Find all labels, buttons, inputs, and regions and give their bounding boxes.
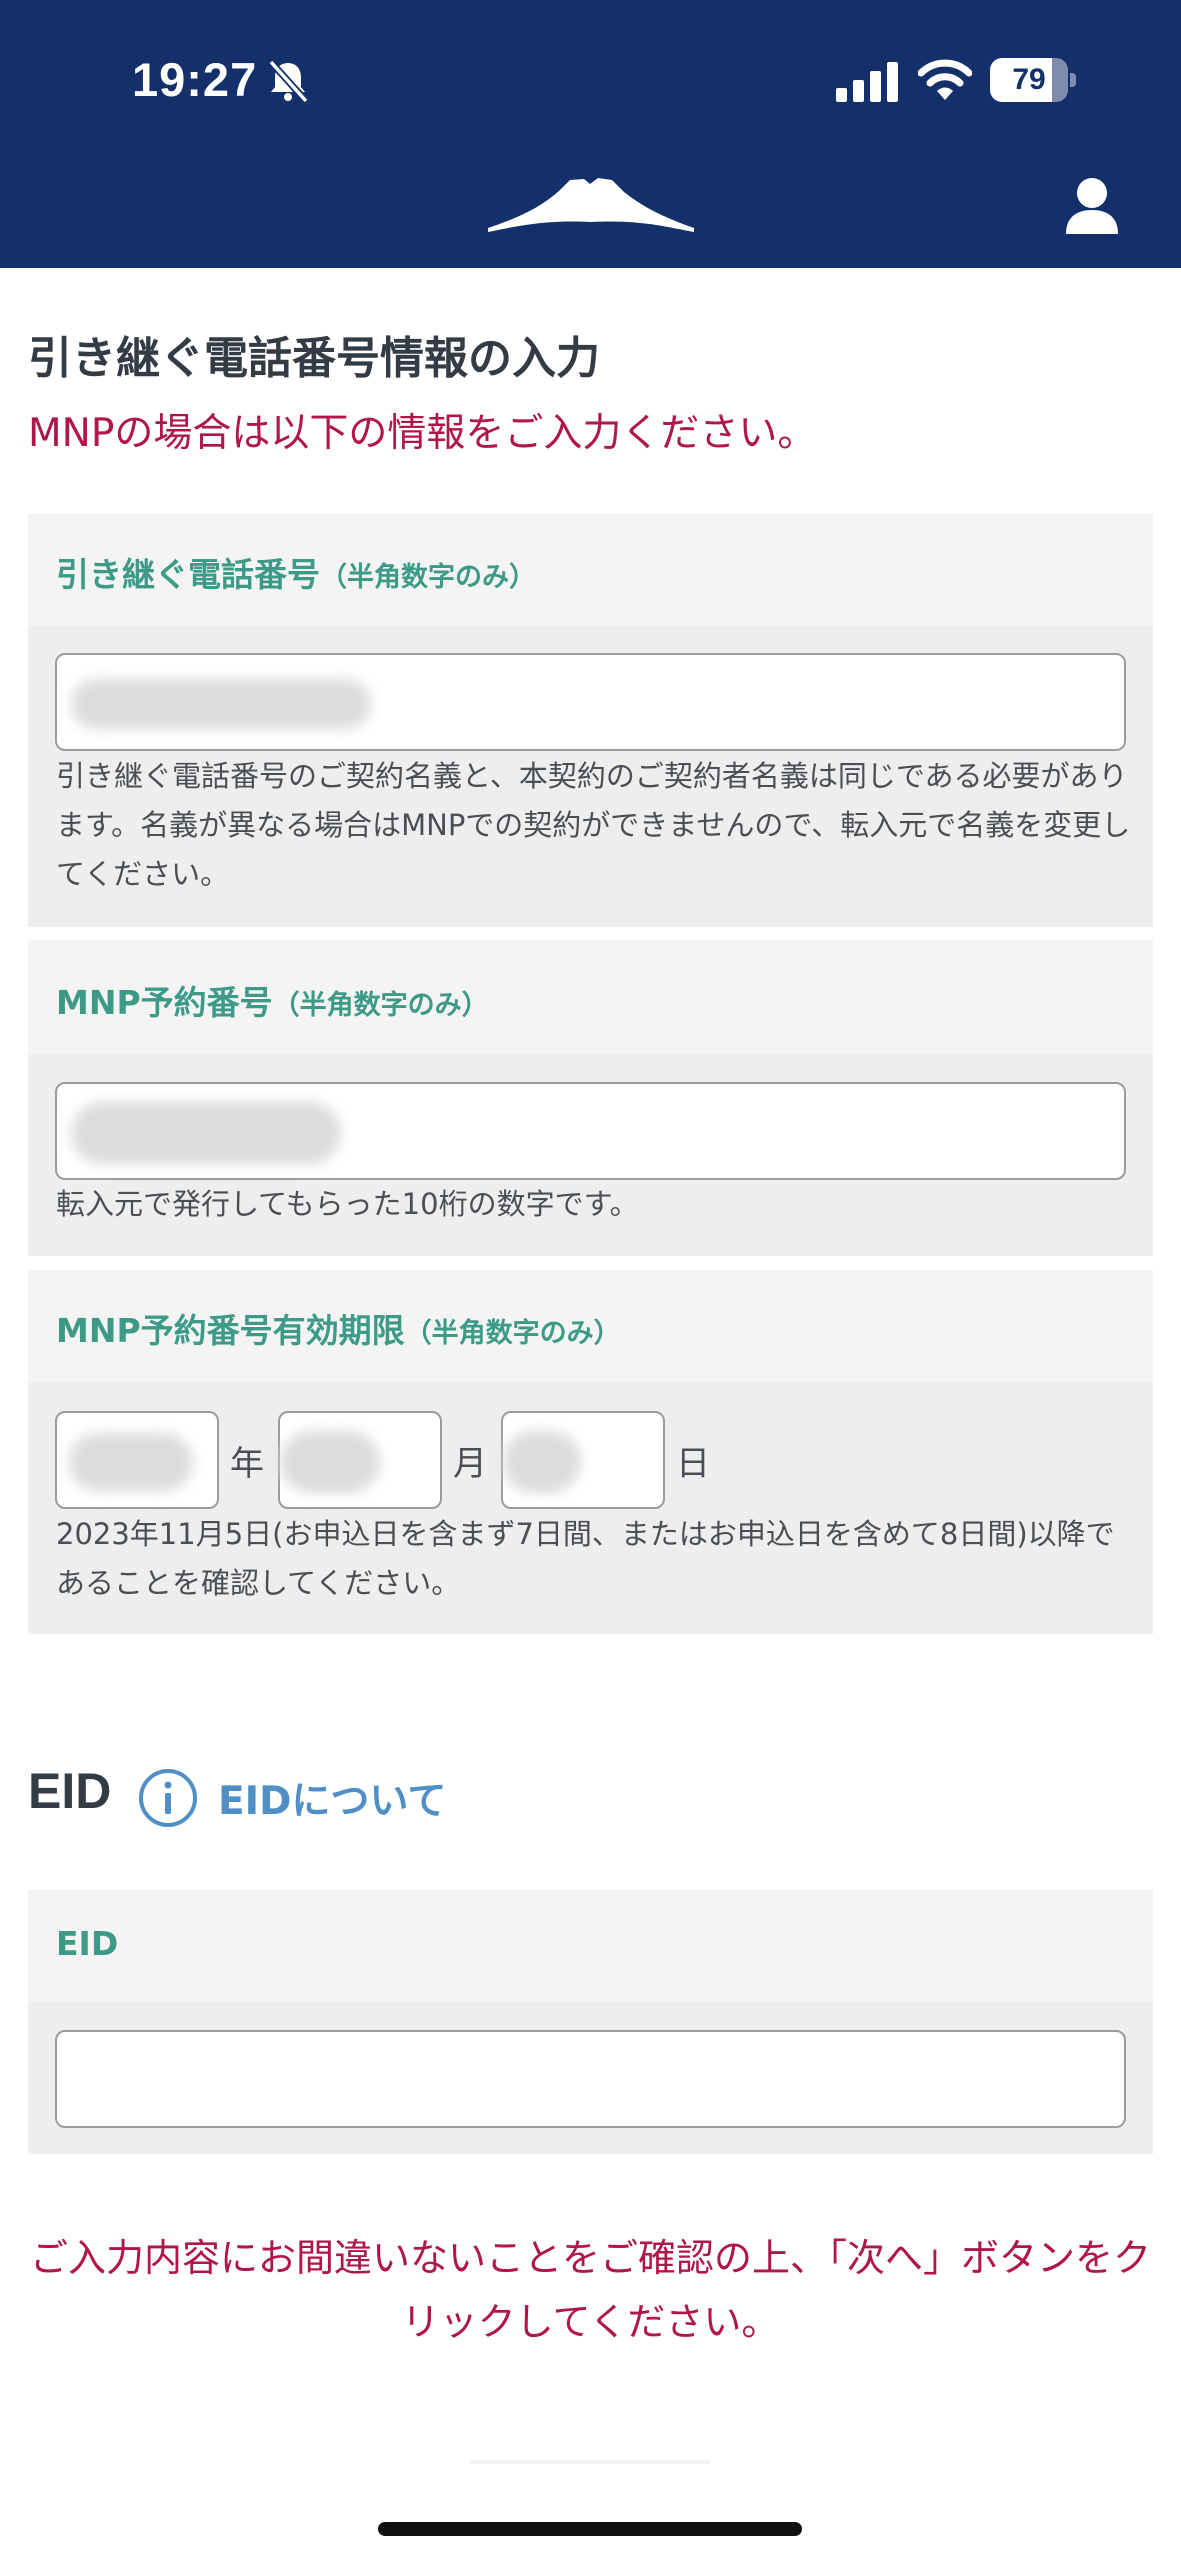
eid-section-title: EID [28,1763,112,1819]
masked-value [503,1431,581,1493]
phone-number-input[interactable] [55,653,1126,751]
app-header: 19:27 79 [0,0,1181,268]
info-icon[interactable] [138,1768,198,1828]
eid-info-link[interactable]: EIDについて [218,1770,446,1826]
mnp-reservation-input[interactable] [55,1082,1126,1180]
expiry-month-input[interactable] [278,1411,442,1509]
battery-indicator: 79 [990,58,1078,102]
phone-number-help: 引き継ぐ電話番号のご契約名義と、本契約のご契約者名義は同じである必要があります。… [56,759,1131,891]
bell-muted-icon [268,59,309,104]
user-icon[interactable] [1064,176,1120,236]
mnp-notice: MNPの場合は以下の情報をご入力ください。 [28,411,817,456]
phone-number-header: 引き継ぐ電話番号（半角数字のみ） [28,514,1153,626]
phone-number-section: 引き継ぐ電話番号（半角数字のみ） 引き継ぐ電話番号のご契約名義と、本契約のご契約… [28,514,1153,927]
mnp-expiry-section: MNP予約番号有効期限（半角数字のみ） 年 月 日 2023年11月5日(お申込… [28,1270,1153,1634]
mnp-expiry-header: MNP予約番号有効期限（半角数字のみ） [28,1270,1153,1382]
mount-fuji-logo [488,178,694,232]
masked-value [69,1433,193,1491]
masked-value [280,1431,380,1493]
divider [470,2460,710,2464]
eid-input[interactable] [55,2030,1126,2128]
mnp-reservation-header: MNP予約番号（半角数字のみ） [28,940,1153,1054]
expiry-day-input[interactable] [501,1411,665,1509]
mnp-expiry-label: MNP予約番号有効期限（半角数字のみ） [56,1311,621,1350]
eid-field-label: EID [56,1924,119,1963]
wifi-icon [918,59,972,100]
day-unit: 日 [676,1444,710,1484]
mnp-reservation-section: MNP予約番号（半角数字のみ） 転入元で発行してもらった10桁の数字です。 [28,940,1153,1256]
year-unit: 年 [230,1444,264,1484]
mnp-reservation-label: MNP予約番号（半角数字のみ） [56,983,489,1022]
eid-field-header: EID [28,1890,1153,2002]
expiry-year-input[interactable] [55,1411,219,1509]
battery-level: 79 [1012,63,1046,96]
mnp-expiry-help: 2023年11月5日(お申込日を含まず7日間、またはお申込日を含めて8日間)以降… [56,1517,1115,1600]
status-time: 19:27 [132,53,258,106]
eid-field-section: EID [28,1890,1153,2154]
masked-value [71,679,371,729]
home-indicator[interactable] [378,2522,802,2536]
page-title: 引き継ぐ電話番号情報の入力 [28,333,600,384]
mnp-reservation-help: 転入元で発行してもらった10桁の数字です。 [56,1187,639,1221]
month-unit: 月 [453,1444,487,1484]
confirm-notice: ご入力内容にお間違いないことをご確認の上、「次へ」ボタンをクリックしてください。 [29,2236,1151,2344]
phone-number-label: 引き継ぐ電話番号（半角数字のみ） [56,555,536,594]
cellular-signal-icon [836,62,898,102]
masked-value [71,1102,341,1164]
